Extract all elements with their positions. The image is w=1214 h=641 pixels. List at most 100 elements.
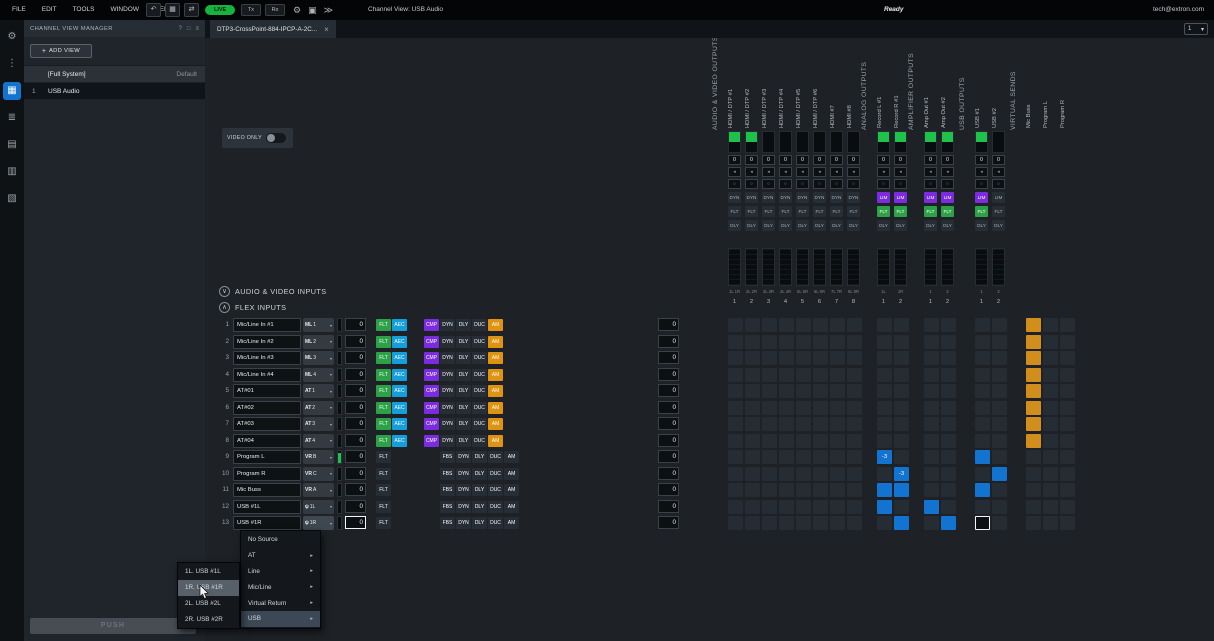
input-output-gain-value[interactable]: 0	[658, 384, 679, 397]
input-dsp-block-am[interactable]: AM	[504, 517, 519, 529]
input-dsp-block-duc[interactable]: DUC	[472, 402, 487, 414]
meters-icon[interactable]: ▧	[3, 190, 21, 208]
popout-icon[interactable]: □	[187, 26, 191, 32]
input-output-gain-value[interactable]: 0	[658, 500, 679, 513]
input-source-select[interactable]: AT3▾	[303, 417, 334, 431]
input-dsp-block-flt[interactable]: FLT	[376, 336, 391, 348]
input-dsp-block-duc[interactable]: DUC	[472, 336, 487, 348]
input-dsp-block-aec[interactable]: AEC	[392, 418, 407, 430]
input-output-gain-value[interactable]: 0	[658, 368, 679, 381]
input-dsp-block-flt[interactable]: FLT	[376, 418, 391, 430]
input-output-gain-value[interactable]: 0	[658, 401, 679, 414]
gear-icon[interactable]: ⚙	[293, 2, 301, 18]
route-icon[interactable]: ⇄	[184, 3, 199, 17]
input-name-field[interactable]: Mic/Line In #1	[233, 318, 301, 332]
menu-item-mic-line[interactable]: Mic/Line▸	[241, 579, 320, 595]
input-dsp-block-dly[interactable]: DLY	[456, 402, 471, 414]
input-gain-value[interactable]: 0	[345, 483, 366, 496]
input-source-select[interactable]: VRC▾	[303, 467, 334, 481]
input-output-gain-value[interactable]: 0	[658, 467, 679, 480]
matrix-view-icon[interactable]: ▦	[3, 82, 21, 100]
input-dsp-block-aec[interactable]: AEC	[392, 352, 407, 364]
close-icon[interactable]: ×	[324, 25, 329, 34]
input-dsp-block-flt[interactable]: FLT	[376, 451, 391, 463]
input-dsp-block-dly[interactable]: DLY	[456, 369, 471, 381]
input-dsp-block-cmp[interactable]: CMP	[424, 352, 439, 364]
input-gain-value[interactable]: 0	[345, 335, 366, 348]
input-dsp-block-dyn[interactable]: DYN	[456, 501, 471, 513]
layout-icon[interactable]: ▦	[165, 3, 180, 17]
input-output-gain-value[interactable]: 0	[658, 434, 679, 447]
view-list-item[interactable]: [Full System]Default	[24, 66, 205, 83]
input-dsp-block-dly[interactable]: DLY	[456, 319, 471, 331]
input-dsp-block-duc[interactable]: DUC	[488, 468, 503, 480]
input-dsp-block-duc[interactable]: DUC	[472, 435, 487, 447]
input-dsp-block-dly[interactable]: DLY	[456, 435, 471, 447]
input-dsp-block-aec[interactable]: AEC	[392, 435, 407, 447]
input-name-field[interactable]: Mic/Line In #2	[233, 335, 301, 349]
input-dsp-block-dyn[interactable]: DYN	[440, 435, 455, 447]
input-dsp-block-cmp[interactable]: CMP	[424, 336, 439, 348]
input-gain-value[interactable]: 0	[345, 417, 366, 430]
menu-tools[interactable]: TOOLS	[65, 0, 103, 20]
input-gain-value[interactable]: 0	[345, 368, 366, 381]
input-gain-value[interactable]: 0	[345, 384, 366, 397]
rx-indicator[interactable]: Rx	[265, 4, 285, 16]
input-name-field[interactable]: USB #1R	[233, 516, 301, 530]
input-dsp-block-fbs[interactable]: FBS	[440, 501, 455, 513]
menu-item-usb[interactable]: USB▸	[241, 611, 320, 627]
page-select[interactable]: 1 ▾	[1184, 23, 1208, 35]
input-source-select[interactable]: ψ1R▾	[303, 516, 334, 530]
add-view-button[interactable]: + ADD VIEW	[30, 44, 92, 58]
input-dsp-block-cmp[interactable]: CMP	[424, 319, 439, 331]
input-dsp-block-dly[interactable]: DLY	[456, 352, 471, 364]
menu-item-virtual-return[interactable]: Virtual Return▸	[241, 595, 320, 611]
input-dsp-block-am[interactable]: AM	[488, 385, 503, 397]
input-gain-value[interactable]: 0	[345, 516, 366, 529]
input-dsp-block-cmp[interactable]: CMP	[424, 369, 439, 381]
input-source-select[interactable]: ML2▾	[303, 335, 334, 349]
input-dsp-block-dyn[interactable]: DYN	[440, 336, 455, 348]
library-icon[interactable]: ▥	[3, 163, 21, 181]
input-dsp-block-dyn[interactable]: DYN	[456, 484, 471, 496]
toggle-track[interactable]	[266, 133, 286, 143]
input-source-select[interactable]: VRA▾	[303, 483, 334, 497]
input-name-field[interactable]: AT#04	[233, 434, 301, 448]
input-output-gain-value[interactable]: 0	[658, 335, 679, 348]
input-dsp-block-am[interactable]: AM	[488, 336, 503, 348]
device-list-icon[interactable]: ⋮	[3, 55, 21, 73]
panel-menu-icon[interactable]: ≡	[195, 26, 199, 32]
input-dsp-block-cmp[interactable]: CMP	[424, 418, 439, 430]
input-name-field[interactable]: Program L	[233, 450, 301, 464]
input-dsp-block-flt[interactable]: FLT	[376, 517, 391, 529]
menu-file[interactable]: FILE	[4, 0, 34, 20]
input-gain-value[interactable]: 0	[345, 467, 366, 480]
input-gain-value[interactable]: 0	[345, 434, 366, 447]
input-source-select[interactable]: ψ1L▾	[303, 500, 334, 514]
input-dsp-block-am[interactable]: AM	[504, 468, 519, 480]
input-source-select[interactable]: ML3▾	[303, 351, 334, 365]
input-dsp-block-dyn[interactable]: DYN	[456, 517, 471, 529]
section-header[interactable]: ∧FLEX INPUTS	[219, 302, 286, 313]
input-dsp-block-dly[interactable]: DLY	[456, 418, 471, 430]
submenu-item-2r-usb-2r[interactable]: 2R. USB #2R	[178, 611, 239, 627]
input-gain-value[interactable]: 0	[345, 351, 366, 364]
input-dsp-block-dly[interactable]: DLY	[456, 336, 471, 348]
input-dsp-block-flt[interactable]: FLT	[376, 319, 391, 331]
input-dsp-block-dyn[interactable]: DYN	[440, 418, 455, 430]
input-dsp-block-fbs[interactable]: FBS	[440, 517, 455, 529]
input-dsp-block-duc[interactable]: DUC	[472, 352, 487, 364]
input-dsp-block-duc[interactable]: DUC	[472, 369, 487, 381]
input-dsp-block-cmp[interactable]: CMP	[424, 385, 439, 397]
input-dsp-block-aec[interactable]: AEC	[392, 319, 407, 331]
mixer-icon[interactable]: ≣	[3, 109, 21, 127]
input-output-gain-value[interactable]: 0	[658, 483, 679, 496]
input-dsp-block-am[interactable]: AM	[504, 501, 519, 513]
input-dsp-block-am[interactable]: AM	[504, 484, 519, 496]
input-dsp-block-dly[interactable]: DLY	[472, 451, 487, 463]
menu-item-no-source[interactable]: No Source	[241, 532, 320, 548]
input-output-gain-value[interactable]: 0	[658, 351, 679, 364]
input-output-gain-value[interactable]: 0	[658, 318, 679, 331]
input-dsp-block-dyn[interactable]: DYN	[440, 352, 455, 364]
input-output-gain-value[interactable]: 0	[658, 417, 679, 430]
